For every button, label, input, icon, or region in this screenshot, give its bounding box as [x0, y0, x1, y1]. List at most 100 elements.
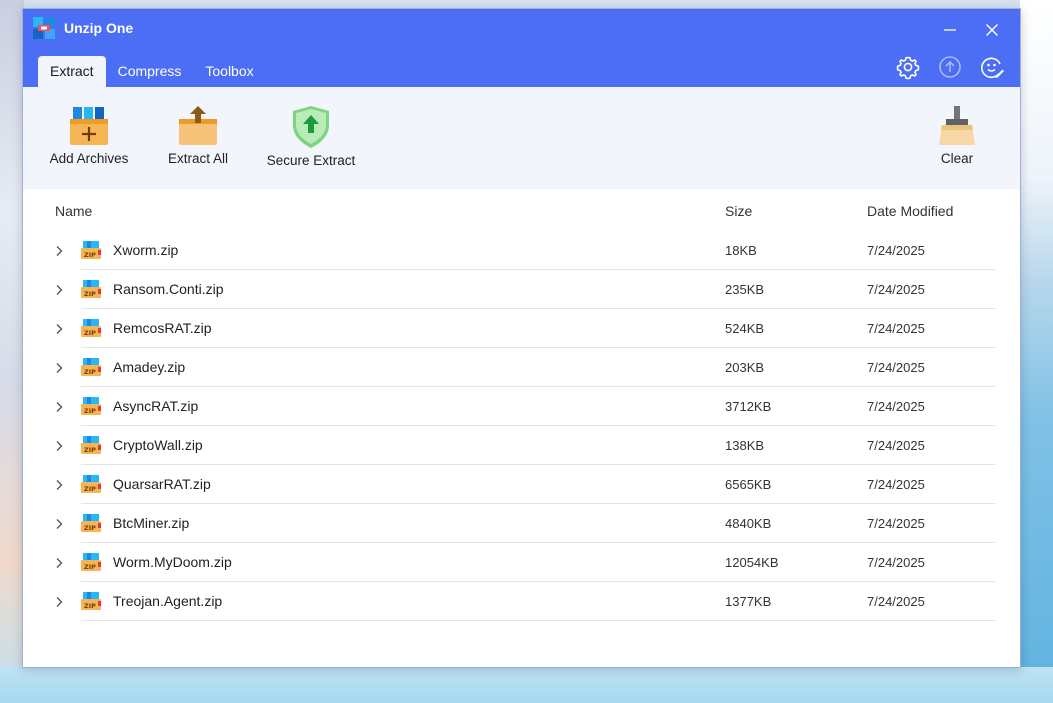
table-row[interactable]: ZIP Ransom.Conti.zip 235KB 7/24/2025 [23, 270, 1020, 309]
zip-file-icon: ZIP [81, 475, 101, 493]
file-name: RemcosRAT.zip [113, 320, 212, 336]
file-size: 3712KB [725, 399, 772, 414]
svg-text:ZIP: ZIP [84, 251, 96, 259]
zip-file-icon: ZIP [81, 397, 101, 415]
file-name: BtcMiner.zip [113, 515, 190, 531]
title-bar: Unzip One Extract Compress Toolbox [23, 9, 1020, 87]
tab-compress[interactable]: Compress [106, 56, 194, 87]
file-name: Ransom.Conti.zip [113, 281, 224, 297]
file-size: 6565KB [725, 477, 772, 492]
zip-file-icon: ZIP [81, 241, 101, 259]
table-row[interactable]: ZIP CryptoWall.zip 138KB 7/24/2025 [23, 426, 1020, 465]
tab-toolbox[interactable]: Toolbox [193, 56, 265, 87]
chevron-right-icon[interactable] [53, 479, 65, 491]
zip-file-icon: ZIP [81, 553, 101, 571]
row-divider [81, 620, 995, 621]
feedback-icon[interactable] [979, 54, 1005, 80]
table-row[interactable]: ZIP QuarsarRAT.zip 6565KB 7/24/2025 [23, 465, 1020, 504]
file-size: 1377KB [725, 594, 772, 609]
file-size: 235KB [725, 282, 765, 297]
shield-icon [293, 106, 329, 148]
file-size: 4840KB [725, 516, 772, 531]
svg-text:ZIP: ZIP [84, 563, 96, 571]
file-date-modified: 7/24/2025 [867, 594, 925, 609]
extract-all-label: Extract All [167, 151, 229, 166]
file-date-modified: 7/24/2025 [867, 555, 925, 570]
broom-icon [939, 106, 975, 145]
table-row[interactable]: ZIP Amadey.zip 203KB 7/24/2025 [23, 348, 1020, 387]
column-header-size[interactable]: Size [725, 203, 752, 219]
svg-text:ZIP: ZIP [84, 602, 96, 610]
clear-button[interactable]: Clear [932, 105, 982, 166]
chevron-right-icon[interactable] [53, 401, 65, 413]
gear-icon[interactable] [895, 54, 921, 80]
chevron-right-icon[interactable] [53, 518, 65, 530]
add-archives-button[interactable]: Add Archives [48, 105, 130, 166]
file-date-modified: 7/24/2025 [867, 516, 925, 531]
table-row[interactable]: ZIP Treojan.Agent.zip 1377KB 7/24/2025 [23, 582, 1020, 621]
chevron-right-icon[interactable] [53, 596, 65, 608]
zip-file-icon: ZIP [81, 436, 101, 454]
secure-extract-button[interactable]: Secure Extract [266, 105, 356, 168]
chevron-right-icon[interactable] [53, 362, 65, 374]
chevron-right-icon[interactable] [53, 323, 65, 335]
zip-file-icon: ZIP [81, 514, 101, 532]
minimize-button[interactable] [935, 18, 965, 42]
svg-text:ZIP: ZIP [84, 329, 96, 337]
upload-icon[interactable] [937, 54, 963, 80]
file-name: QuarsarRAT.zip [113, 476, 211, 492]
table-row[interactable]: ZIP AsyncRAT.zip 3712KB 7/24/2025 [23, 387, 1020, 426]
zip-file-icon: ZIP [81, 592, 101, 610]
table-row[interactable]: ZIP Worm.MyDoom.zip 12054KB 7/24/2025 [23, 543, 1020, 582]
file-date-modified: 7/24/2025 [867, 399, 925, 414]
zip-file-icon: ZIP [81, 280, 101, 298]
file-name: Treojan.Agent.zip [113, 593, 223, 609]
app-window: Unzip One Extract Compress Toolbox Add A… [22, 8, 1021, 668]
chevron-right-icon[interactable] [53, 245, 65, 257]
list-header: Name Size Date Modified [23, 203, 1020, 223]
file-name: Amadey.zip [113, 359, 186, 375]
zip-file-icon: ZIP [81, 358, 101, 376]
file-date-modified: 7/24/2025 [867, 360, 925, 375]
file-size: 12054KB [725, 555, 779, 570]
file-name: AsyncRAT.zip [113, 398, 199, 414]
zip-file-icon: ZIP [81, 319, 101, 337]
extract-all-button[interactable]: Extract All [165, 105, 231, 166]
svg-text:ZIP: ZIP [84, 524, 96, 532]
tab-extract[interactable]: Extract [38, 56, 106, 87]
svg-text:ZIP: ZIP [84, 368, 96, 376]
table-row[interactable]: ZIP Xworm.zip 18KB 7/24/2025 [23, 231, 1020, 270]
close-icon [986, 24, 998, 36]
svg-text:ZIP: ZIP [84, 290, 96, 298]
column-header-date[interactable]: Date Modified [867, 203, 953, 219]
file-size: 138KB [725, 438, 765, 453]
tab-bar: Extract Compress Toolbox [38, 56, 266, 87]
file-date-modified: 7/24/2025 [867, 477, 925, 492]
table-row[interactable]: ZIP BtcMiner.zip 4840KB 7/24/2025 [23, 504, 1020, 543]
file-date-modified: 7/24/2025 [867, 321, 925, 336]
file-size: 18KB [725, 243, 757, 258]
secure-extract-label: Secure Extract [266, 153, 356, 168]
app-title: Unzip One [64, 20, 134, 36]
clear-label: Clear [940, 151, 974, 166]
desktop-wallpaper-left [0, 0, 24, 703]
file-size: 203KB [725, 360, 765, 375]
file-name: Xworm.zip [113, 242, 179, 258]
table-row[interactable]: ZIP RemcosRAT.zip 524KB 7/24/2025 [23, 309, 1020, 348]
close-button[interactable] [977, 18, 1007, 42]
chevron-right-icon[interactable] [53, 557, 65, 569]
svg-text:ZIP: ZIP [84, 407, 96, 415]
file-date-modified: 7/24/2025 [867, 282, 925, 297]
column-header-name[interactable]: Name [55, 203, 92, 219]
svg-text:ZIP: ZIP [84, 485, 96, 493]
file-name: CryptoWall.zip [113, 437, 203, 453]
toolbar: Add Archives Extract All Secure Extract [23, 87, 1020, 189]
svg-text:ZIP: ZIP [84, 446, 96, 454]
add-archives-icon [70, 107, 108, 145]
chevron-right-icon[interactable] [53, 284, 65, 296]
minimize-icon [944, 29, 956, 31]
chevron-right-icon[interactable] [53, 440, 65, 452]
archive-list: ZIP Xworm.zip 18KB 7/24/2025 ZIP Ransom.Conti… [23, 231, 1020, 621]
file-date-modified: 7/24/2025 [867, 438, 925, 453]
extract-all-icon [179, 106, 217, 145]
